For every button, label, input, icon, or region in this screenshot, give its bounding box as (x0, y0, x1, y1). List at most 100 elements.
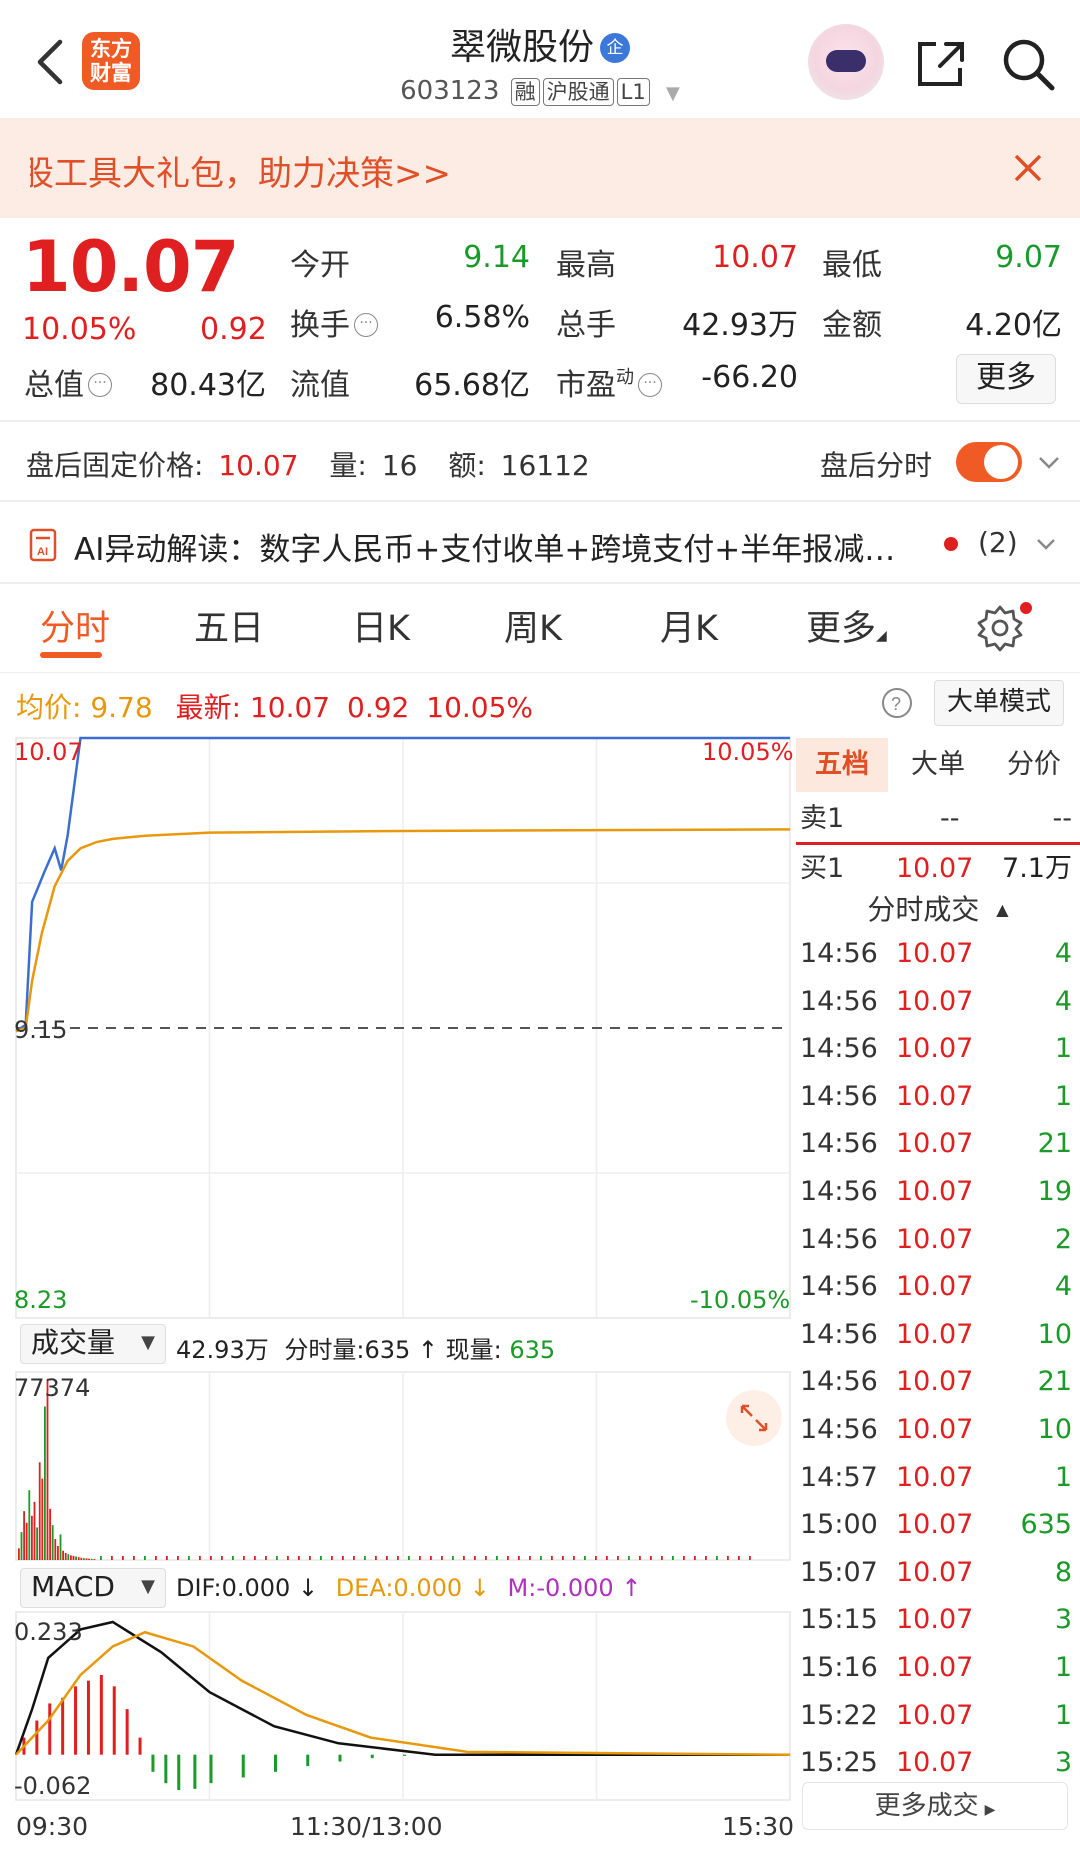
after-hours-toggle[interactable] (956, 442, 1022, 482)
trades-header[interactable]: 分时成交 ▲ (796, 888, 1080, 928)
trade-volume: 635 (1020, 1509, 1072, 1541)
buy-1-price: 10.07 (896, 853, 974, 884)
tab-price-dist[interactable]: 分价 (988, 738, 1080, 792)
ai-count[interactable]: (2) (978, 526, 1018, 559)
dea-value: 0.000 (393, 1574, 463, 1602)
svg-text:?: ? (891, 694, 901, 714)
promo-banner[interactable]: 股工具大礼包，助力决策>> (0, 118, 1080, 218)
tab-big-orders[interactable]: 大单 (892, 738, 984, 792)
help-icon[interactable]: ? (880, 686, 914, 720)
search-icon[interactable] (1000, 36, 1056, 92)
macd-bar (338, 1754, 342, 1762)
pe-value: -66.20 (701, 360, 798, 395)
pe-label[interactable]: 市盈动 ··· (556, 360, 662, 404)
volume-bar (441, 1556, 443, 1560)
volume-bar (430, 1556, 432, 1560)
amount-label: 金额 (822, 308, 882, 343)
macd-info: DIF:0.000 ↓ DEA:0.000 ↓ M:-0.000 ↑ (176, 1574, 641, 1602)
volume-bar (551, 1556, 553, 1560)
big-order-mode-button[interactable]: 大单模式 (934, 680, 1064, 726)
info-icon[interactable]: ··· (354, 313, 378, 337)
trade-row: 14:56 10.07 4 (800, 982, 1076, 1022)
volume-bar (419, 1556, 421, 1560)
stock-title[interactable]: 翠微股份企 (360, 18, 720, 70)
macd-bar (125, 1709, 129, 1755)
macd-bar (138, 1737, 142, 1755)
volume-indicator-select[interactable]: 成交量 ▼ (20, 1324, 166, 1364)
trade-volume: 1 (1054, 1652, 1072, 1683)
mktcap-label[interactable]: 总值 ··· (24, 360, 112, 404)
dif-label: DIF: (176, 1574, 222, 1602)
more-quote-button[interactable]: 更多 (956, 354, 1056, 404)
volume-bar (485, 1556, 487, 1560)
trade-time: 14:56 (800, 1176, 878, 1207)
current-vol: 635 (509, 1336, 556, 1364)
turnover-value: 6.58% (434, 300, 530, 335)
trade-price: 10.07 (896, 1747, 974, 1779)
trade-volume: 4 (1054, 1271, 1072, 1303)
trade-price: 10.07 (896, 1461, 974, 1493)
trade-price: 10.07 (896, 1080, 974, 1112)
volume-select-label: 成交量 (31, 1326, 116, 1359)
tab-more[interactable]: 更多◢ (806, 600, 887, 651)
trade-time: 14:56 (800, 1080, 878, 1112)
ai-analysis-text[interactable]: AI异动解读：数字人民币+支付收单+跨境支付+半年报减… (74, 524, 920, 569)
volume-bar (353, 1556, 355, 1560)
trade-row: 14:56 10.07 4 (800, 934, 1076, 974)
stock-detail-screen: { "header": { "logo_line1": "东方", "logo_… (0, 0, 1080, 1873)
volume-bar (628, 1556, 630, 1560)
trade-volume: 1 (1054, 1080, 1072, 1112)
ah-price: 10.07 (218, 449, 299, 482)
tab-weekly-k[interactable]: 周K (504, 600, 562, 651)
corner-triangle-icon: ◢ (876, 628, 887, 644)
ai-assistant-icon[interactable] (808, 24, 884, 100)
promo-banner-text[interactable]: 股工具大礼包，助力决策>> (30, 146, 451, 195)
gear-icon[interactable] (976, 604, 1024, 652)
trade-price: 10.07 (896, 1176, 974, 1207)
back-arrow-icon[interactable] (30, 36, 70, 88)
tab-intraday[interactable]: 分时 (40, 600, 110, 651)
info-icon[interactable]: ··· (88, 373, 112, 397)
expand-icon[interactable] (726, 1390, 782, 1446)
turnover-label[interactable]: 换手 ··· (290, 300, 378, 344)
current-vol-label: 现量: (445, 1336, 502, 1364)
trade-time: 15:25 (800, 1747, 878, 1779)
notification-dot-icon (1020, 602, 1032, 614)
close-icon[interactable] (1010, 150, 1046, 186)
sell-1-volume: -- (1052, 803, 1073, 834)
tab-five-day[interactable]: 五日 (194, 600, 264, 651)
buy-1-volume: 7.1万 (1002, 853, 1072, 884)
chevron-down-icon[interactable] (1036, 450, 1062, 476)
tab-daily-k[interactable]: 日K (352, 600, 410, 651)
intraday-chart[interactable] (0, 730, 796, 1840)
macd-axis-bottom: -0.062 (14, 1772, 92, 1800)
volume-bar (83, 1558, 85, 1560)
chevron-down-icon[interactable] (1034, 532, 1058, 556)
trade-row: 14:56 10.07 4 (800, 1267, 1076, 1307)
trade-time: 14:56 (800, 1318, 878, 1350)
macd-indicator-select[interactable]: MACD ▼ (20, 1568, 166, 1608)
stock-code: 603123 (400, 76, 500, 106)
alert-dot-icon (944, 537, 958, 551)
volume-bar (144, 1556, 146, 1560)
trade-price: 10.07 (896, 938, 974, 969)
volume-bar (298, 1556, 300, 1560)
volume-bar (463, 1556, 465, 1560)
tab-five-levels[interactable]: 五档 (796, 738, 888, 792)
macd-bar (403, 1754, 406, 1756)
volume-bar (57, 1546, 59, 1560)
pct-axis-top: 10.05% (702, 738, 794, 766)
trade-row: 15:07 10.07 8 (800, 1553, 1076, 1593)
sell-1-label: 卖1 (800, 803, 845, 834)
float-value: 65.68亿 (414, 368, 530, 403)
share-icon[interactable] (914, 36, 968, 90)
info-icon[interactable]: ··· (638, 373, 662, 397)
macd-bar (164, 1754, 168, 1784)
stock-code-line[interactable]: 603123 融沪股通 L1 ▼ (360, 76, 720, 106)
chevron-down-icon[interactable]: ▼ (666, 83, 680, 104)
trade-time: 14:56 (800, 1223, 878, 1255)
tab-monthly-k[interactable]: 月K (660, 600, 718, 651)
more-trades-button[interactable]: 更多成交 ▶ (802, 1782, 1068, 1830)
macd-bar (99, 1674, 103, 1755)
float-label: 流值 (290, 368, 350, 403)
